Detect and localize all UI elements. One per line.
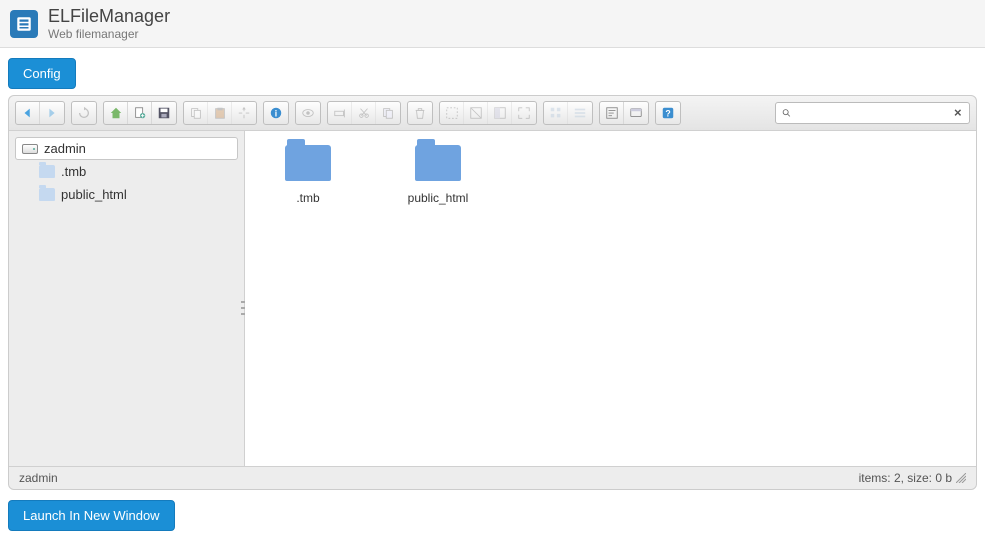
file-manager: i? × zadmin .tmb public_html .tmb public_h… <box>8 95 977 490</box>
status-corner-icon <box>956 473 966 483</box>
tree-item-label: public_html <box>61 187 127 202</box>
folder-icon <box>285 145 331 181</box>
invert-selection-icon <box>488 102 512 124</box>
preview-icon <box>296 102 320 124</box>
folder-icon <box>39 165 55 178</box>
duplicate-icon <box>376 102 400 124</box>
tree-root-label: zadmin <box>44 141 86 156</box>
reload-icon <box>72 102 96 124</box>
config-button[interactable]: Config <box>8 58 76 89</box>
help-icon[interactable]: ? <box>656 102 680 124</box>
file-item[interactable]: public_html <box>393 145 483 205</box>
tree-root[interactable]: zadmin <box>15 137 238 160</box>
status-info: items: 2, size: 0 b <box>859 471 952 485</box>
save-icon[interactable] <box>152 102 176 124</box>
paste-icon <box>208 102 232 124</box>
app-header: ELFileManager Web filemanager <box>0 0 985 48</box>
select-all-icon <box>440 102 464 124</box>
search-box[interactable]: × <box>775 102 970 124</box>
status-path: zadmin <box>19 471 58 485</box>
tree-item[interactable]: public_html <box>15 183 238 206</box>
cut-icon <box>352 102 376 124</box>
sort-icon[interactable] <box>600 102 624 124</box>
back-icon[interactable] <box>16 102 40 124</box>
rename-icon <box>328 102 352 124</box>
select-none-icon <box>464 102 488 124</box>
forward-icon <box>40 102 64 124</box>
delete-icon <box>408 102 432 124</box>
app-logo-icon <box>10 10 38 38</box>
svg-text:?: ? <box>665 109 670 119</box>
app-title: ELFileManager <box>48 6 170 27</box>
file-item[interactable]: .tmb <box>263 145 353 205</box>
app-subtitle: Web filemanager <box>48 27 170 41</box>
view-list-icon <box>568 102 592 124</box>
view-mode-icon[interactable] <box>624 102 648 124</box>
toolbar: i? × <box>9 96 976 131</box>
clear-search-icon[interactable]: × <box>954 107 963 119</box>
view-icons-icon <box>544 102 568 124</box>
svg-text:i: i <box>275 109 277 119</box>
tree-item[interactable]: .tmb <box>15 160 238 183</box>
move-icon <box>232 102 256 124</box>
file-label: public_html <box>393 191 483 205</box>
new-file-icon[interactable] <box>128 102 152 124</box>
launch-new-window-button[interactable]: Launch In New Window <box>8 500 175 531</box>
info-icon[interactable]: i <box>264 102 288 124</box>
file-grid[interactable]: .tmb public_html <box>245 131 976 466</box>
fullscreen-icon <box>512 102 536 124</box>
home-icon[interactable] <box>104 102 128 124</box>
file-label: .tmb <box>263 191 353 205</box>
folder-icon <box>39 188 55 201</box>
status-bar: zadmin items: 2, size: 0 b <box>9 466 976 489</box>
folder-icon <box>415 145 461 181</box>
search-icon <box>782 107 791 119</box>
resize-handle[interactable] <box>241 299 245 317</box>
search-input[interactable] <box>791 106 954 120</box>
tree-item-label: .tmb <box>61 164 86 179</box>
tree-panel: zadmin .tmb public_html <box>9 131 245 466</box>
copy-icon <box>184 102 208 124</box>
drive-icon <box>22 144 38 154</box>
